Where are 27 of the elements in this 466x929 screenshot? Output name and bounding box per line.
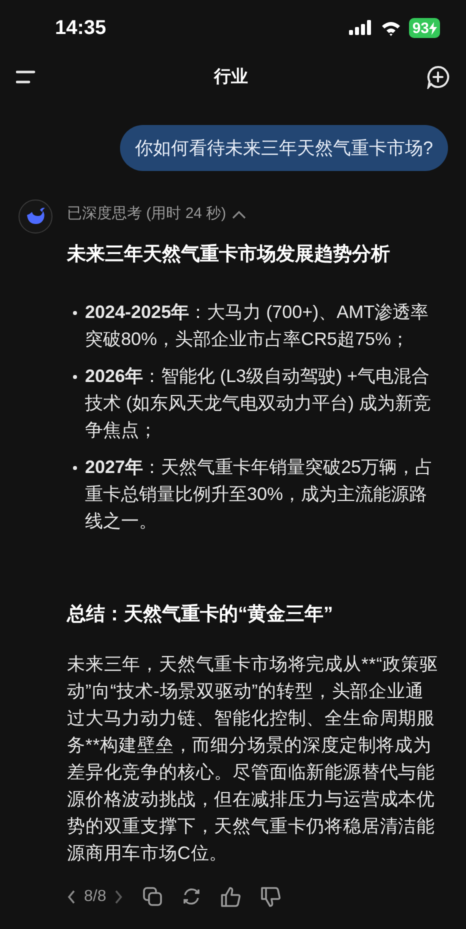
charging-bolt-icon: [429, 22, 437, 34]
header-title: 行业: [214, 66, 248, 88]
bullet-dot-icon: [73, 310, 77, 314]
bullet-dot-icon: [73, 374, 77, 378]
copy-icon[interactable]: [143, 887, 162, 906]
bullet-text: 2024-2025年：大马力 (700+)、AMT渗透率突破80%，头部企业市占率CR5超75%；: [85, 300, 430, 350]
battery-indicator: 93: [409, 18, 440, 38]
menu-icon[interactable]: [16, 70, 36, 84]
user-message-bubble: 你如何看待未来三年天然气重卡市场?: [120, 125, 448, 171]
signal-icon: [349, 20, 374, 36]
refresh-icon[interactable]: [182, 887, 202, 906]
new-chat-icon[interactable]: [426, 65, 450, 89]
reply-heading: 未来三年天然气重卡市场发展趋势分析: [67, 242, 391, 266]
summary-heading: 总结：天然气重卡的“黄金三年”: [67, 602, 334, 626]
bullet-dot-icon: [73, 466, 77, 470]
version-counter: 8/8: [84, 886, 106, 906]
thumbs-down-icon[interactable]: [261, 886, 282, 906]
bullet-text: 2026年：智能化 (L3级自动驾驶) +气电混合技术 (如东风天龙气电双动力平台) 成为新竞争焦点；: [85, 364, 432, 442]
next-icon[interactable]: [114, 890, 124, 904]
thumbs-up-icon[interactable]: [221, 886, 242, 906]
summary-paragraph: 未来三年，天然气重卡市场将完成从**“政策驱动”向“技术-场景双驱动”的转型，头部企业通过大马力动力链、智能化控制、全生命周期服务**构建壁垒，而细分场景的深度定制将成为差异化竞争的核心。尽管面临新能源替代与能源价格波动挑战，但在减排压力与运营成本优势的双重支撑下，天然气重卡仍将稳居清洁能源商用车市场C位。: [67, 652, 439, 864]
bullet-text: 2027年：天然气重卡年销量突破25万辆，占重卡总销量比例升至30%，成为主流能源路线之一。: [85, 456, 434, 532]
previous-icon[interactable]: [67, 890, 76, 904]
whale-logo-icon: [18, 199, 53, 234]
wifi-icon: [381, 20, 402, 36]
thinking-toggle[interactable]: 已深度思考 (用时 24 秒): [67, 203, 246, 226]
status-time: 14:35: [55, 16, 106, 41]
